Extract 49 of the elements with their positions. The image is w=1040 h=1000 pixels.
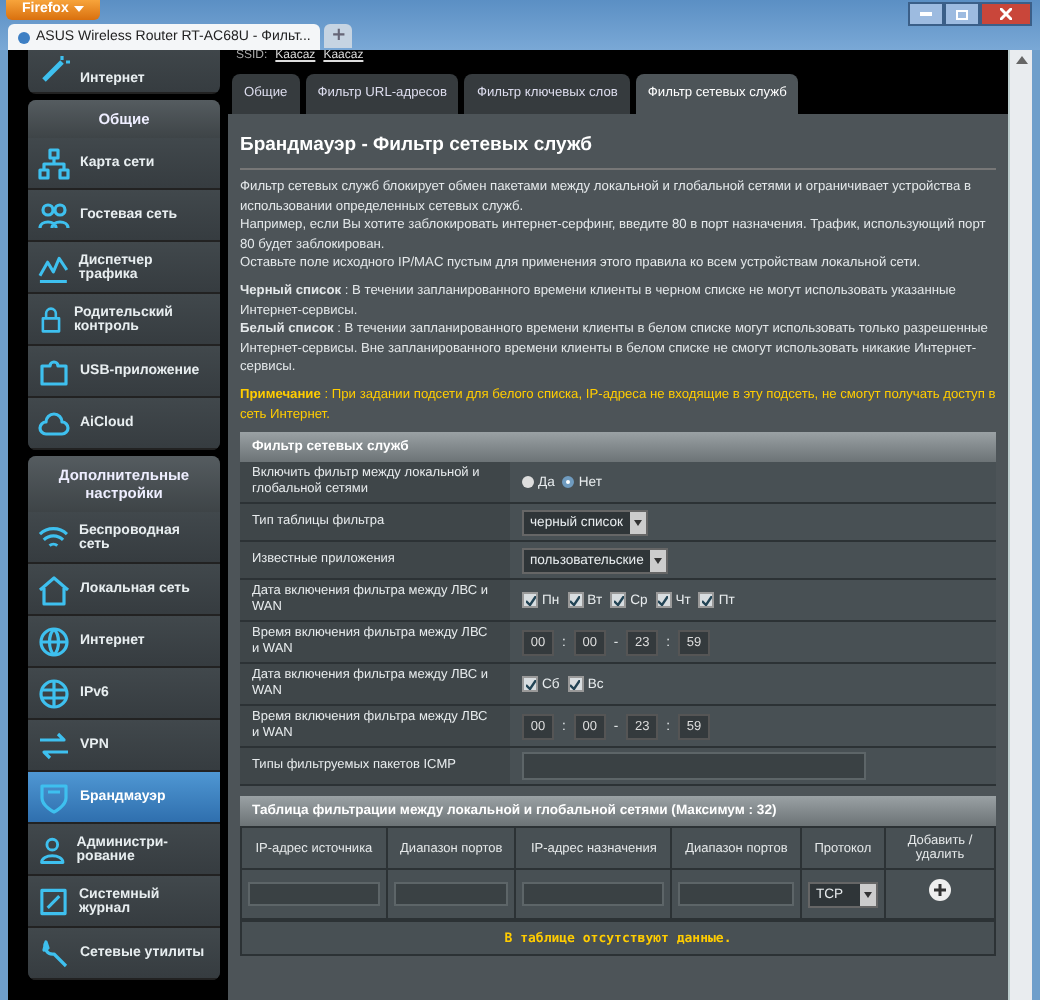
checkbox[interactable]: [655, 592, 672, 609]
shield-icon: [38, 781, 70, 813]
minimize-button[interactable]: [908, 2, 944, 26]
scrollbar[interactable]: [1008, 50, 1032, 1000]
caret-icon: [653, 557, 662, 564]
input-field[interactable]: [248, 882, 380, 907]
check-icon: [570, 595, 581, 606]
text-field[interactable]: [522, 752, 866, 781]
close-icon: [1000, 8, 1012, 20]
checkbox[interactable]: [698, 592, 715, 609]
new-tab-button[interactable]: +: [324, 24, 353, 48]
arrows-icon: [38, 729, 70, 761]
house-icon: [38, 573, 70, 605]
caret-icon: [633, 519, 642, 526]
check-icon: [613, 595, 624, 606]
people-icon: [38, 199, 70, 231]
check-icon: [658, 595, 669, 606]
close-button[interactable]: [980, 2, 1032, 26]
wand-icon: [38, 54, 70, 86]
wifi-icon: [38, 521, 69, 553]
page-title: Брандмауэр - Фильтр сетевых служб: [240, 134, 996, 170]
line-chart-icon: [38, 251, 69, 283]
check-icon: [525, 595, 535, 606]
cloud-icon: [38, 407, 70, 439]
check-icon: [525, 679, 535, 690]
input-field[interactable]: [678, 882, 794, 907]
checkbox[interactable]: [567, 676, 584, 693]
checkbox[interactable]: [522, 676, 538, 693]
input-field[interactable]: [393, 882, 509, 907]
minimize-icon: [920, 12, 932, 16]
wrench-icon: [38, 937, 70, 969]
notepad-icon: [38, 885, 69, 917]
radio-button[interactable]: [562, 476, 575, 489]
radio-button[interactable]: [522, 476, 534, 489]
input-field[interactable]: [522, 882, 665, 907]
check-icon: [570, 679, 581, 690]
checkbox[interactable]: [522, 592, 538, 609]
check-icon: [701, 595, 712, 606]
network-nodes-icon: [38, 147, 70, 179]
person-icon: [38, 833, 67, 865]
add-icon[interactable]: [928, 878, 952, 903]
lock-icon: [38, 303, 64, 335]
checkbox[interactable]: [567, 592, 584, 609]
caret-icon: [864, 891, 872, 898]
caret-icon: [74, 6, 85, 12]
scroll-up-icon[interactable]: [1015, 56, 1027, 64]
maximize-button[interactable]: [944, 2, 980, 26]
checkbox[interactable]: [610, 592, 627, 609]
maximize-icon: [956, 9, 968, 19]
